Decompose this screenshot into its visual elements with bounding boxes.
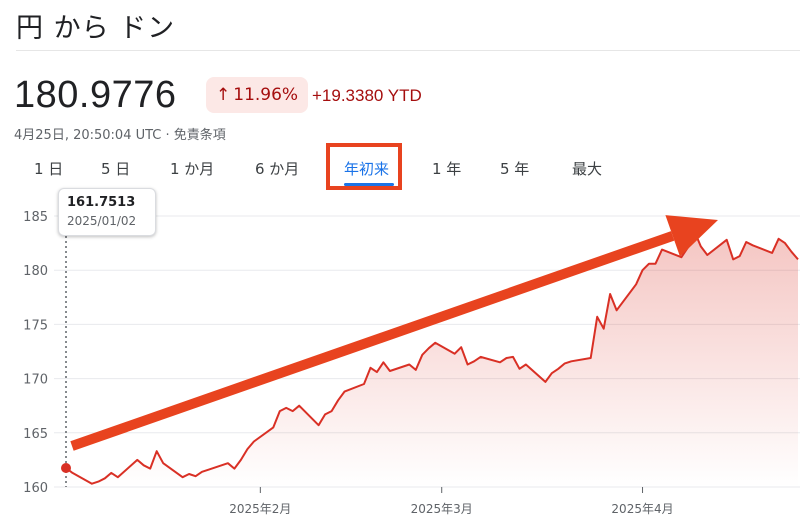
y-tick-label: 175 (23, 318, 48, 333)
price-chart[interactable]: 160 165 170 175 180 185 2025年2月 2025年3月 2025年4月 (0, 0, 800, 524)
x-tick-label: 2025年4月 (611, 502, 673, 516)
tooltip-date: 2025/01/02 (67, 214, 137, 228)
y-tick-label: 185 (23, 210, 48, 225)
hover-point (61, 463, 71, 474)
x-tick-label: 2025年2月 (229, 502, 291, 516)
price-area-fill (66, 231, 798, 487)
x-tick-label: 2025年3月 (411, 502, 473, 516)
value-tooltip: 161.7513 2025/01/02 (58, 188, 156, 236)
y-tick-label: 170 (23, 373, 48, 388)
y-tick-label: 180 (23, 264, 48, 279)
tooltip-value: 161.7513 (67, 195, 136, 210)
y-tick-label: 160 (23, 481, 48, 496)
y-tick-label: 165 (23, 427, 48, 442)
